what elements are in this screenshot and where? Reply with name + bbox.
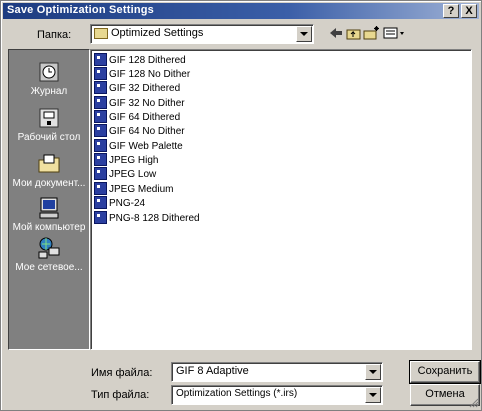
settings-file-icon <box>94 139 107 152</box>
list-item[interactable]: GIF Web Palette <box>94 139 183 154</box>
up-folder-icon[interactable] <box>345 26 363 42</box>
folder-combo-value: Optimized Settings <box>111 27 204 39</box>
place-label: Мои документ... <box>12 178 86 189</box>
list-item[interactable]: GIF 64 No Dither <box>94 124 185 139</box>
file-name: GIF 128 Dithered <box>109 55 186 67</box>
place-label: Журнал <box>30 86 68 97</box>
my-documents-icon <box>38 154 60 173</box>
list-item[interactable]: JPEG High <box>94 153 159 168</box>
folder-dropdown-arrow[interactable] <box>296 26 312 42</box>
list-item[interactable]: PNG-8 128 Dithered <box>94 211 200 226</box>
file-name: GIF 32 No Dither <box>109 98 185 110</box>
settings-file-icon <box>94 167 107 180</box>
save-button[interactable]: Сохранить <box>409 360 481 384</box>
folder-combo[interactable]: Optimized Settings <box>90 24 314 44</box>
place-network[interactable]: Мое сетевое... <box>9 232 89 290</box>
filetype-label: Тип файла: <box>91 389 150 401</box>
my-computer-icon <box>39 197 59 219</box>
back-arrow-icon[interactable] <box>327 26 345 42</box>
settings-file-icon <box>94 153 107 166</box>
list-item[interactable]: JPEG Low <box>94 167 157 182</box>
filetype-select[interactable]: Optimization Settings (*.irs) <box>171 385 383 405</box>
filename-label: Имя файла: <box>91 367 153 379</box>
resize-grip-icon[interactable] <box>469 398 479 408</box>
settings-file-icon <box>94 124 107 137</box>
folder-label: Папка: <box>37 29 72 41</box>
filename-field[interactable]: GIF 8 Adaptive <box>171 362 383 382</box>
settings-file-icon <box>94 182 107 195</box>
file-name: GIF 64 Dithered <box>109 112 181 124</box>
network-places-icon <box>38 237 60 259</box>
file-name: GIF 32 Dithered <box>109 83 181 95</box>
settings-file-icon <box>94 211 107 224</box>
file-name: JPEG Medium <box>109 184 174 196</box>
view-menu-icon[interactable] <box>383 26 407 42</box>
settings-file-icon <box>94 81 107 94</box>
help-button[interactable]: ? <box>443 4 459 18</box>
list-item[interactable]: PNG-24 <box>94 196 146 211</box>
file-name: GIF 64 No Dither <box>109 126 185 138</box>
list-item[interactable]: JPEG Medium <box>94 182 174 197</box>
settings-file-icon <box>94 196 107 209</box>
settings-file-icon <box>94 110 107 123</box>
list-item[interactable]: GIF 64 Dithered <box>94 110 181 125</box>
settings-file-icon <box>94 96 107 109</box>
place-label: Мое сетевое... <box>15 262 83 273</box>
file-list[interactable]: GIF 128 Dithered GIF 128 No Dither GIF 3… <box>90 49 472 350</box>
filetype-value: Optimization Settings (*.irs) <box>176 388 298 399</box>
file-name: JPEG High <box>109 155 159 167</box>
settings-file-icon <box>94 67 107 80</box>
new-folder-icon[interactable] <box>363 26 381 42</box>
file-name: GIF Web Palette <box>109 141 183 153</box>
file-name: PNG-24 <box>109 198 146 210</box>
file-name: GIF 128 No Dither <box>109 69 191 81</box>
close-button[interactable]: X <box>461 4 477 18</box>
folder-icon <box>94 28 108 39</box>
title-bar[interactable]: Save Optimization Settings ? X <box>3 3 479 19</box>
list-item[interactable]: GIF 128 No Dither <box>94 67 191 82</box>
filename-dropdown-arrow[interactable] <box>365 364 381 380</box>
filetype-dropdown-arrow[interactable] <box>365 387 381 403</box>
list-item[interactable]: GIF 32 No Dither <box>94 96 185 111</box>
file-name: JPEG Low <box>109 169 157 181</box>
file-name: PNG-8 128 Dithered <box>109 213 200 225</box>
history-icon <box>39 62 59 82</box>
save-dialog: Save Optimization Settings ? X Папка: Op… <box>0 0 482 411</box>
places-bar: Журнал Рабочий стол Мои документ... Мой … <box>8 49 90 350</box>
settings-file-icon <box>94 53 107 66</box>
desktop-icon <box>39 108 59 128</box>
list-item[interactable]: GIF 32 Dithered <box>94 81 181 96</box>
list-item[interactable]: GIF 128 Dithered <box>94 53 186 68</box>
window-title: Save Optimization Settings <box>7 4 155 16</box>
filename-value: GIF 8 Adaptive <box>176 365 249 377</box>
place-label: Рабочий стол <box>17 132 81 143</box>
